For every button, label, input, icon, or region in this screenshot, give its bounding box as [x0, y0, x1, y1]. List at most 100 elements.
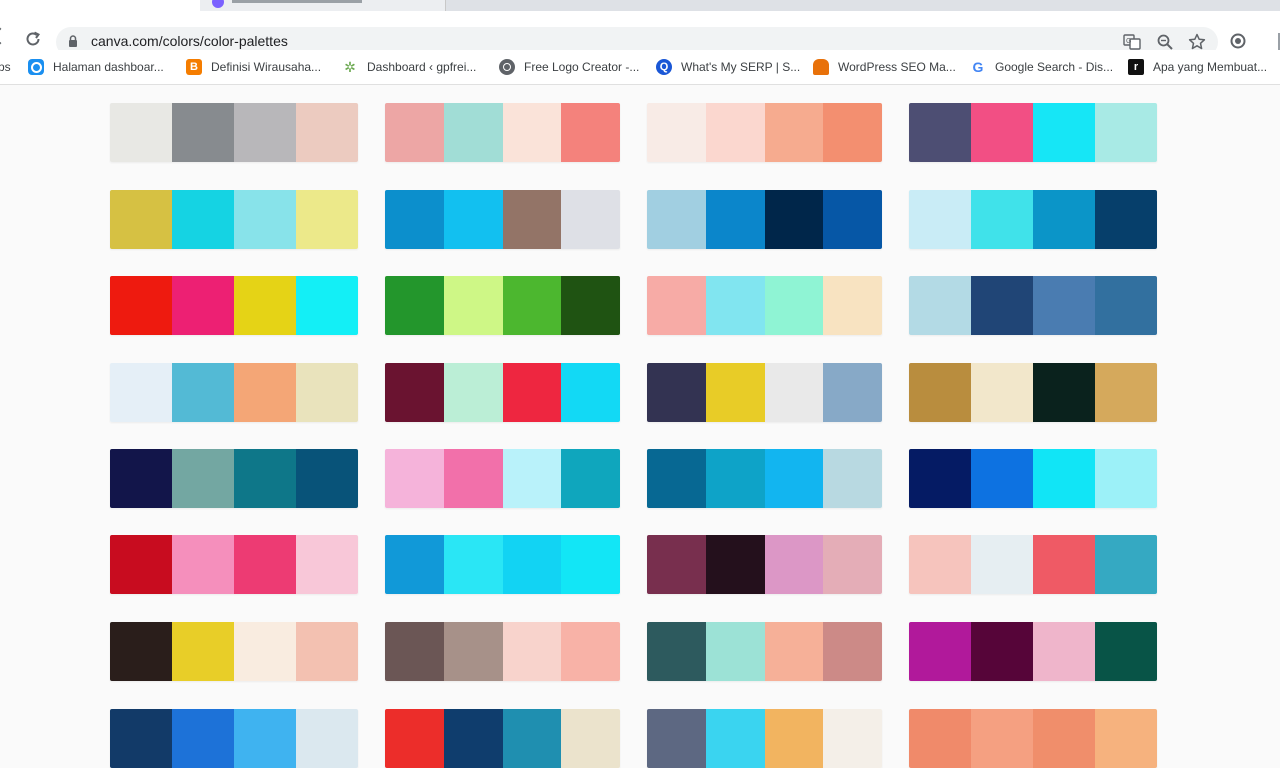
color-palette[interactable]	[647, 622, 882, 681]
menu-icon[interactable]	[1268, 33, 1280, 51]
color-swatch[interactable]	[110, 622, 172, 681]
color-swatch[interactable]	[823, 103, 882, 162]
color-swatch[interactable]	[1033, 449, 1095, 508]
color-swatch[interactable]	[561, 363, 620, 422]
color-palette[interactable]	[110, 190, 358, 249]
color-swatch[interactable]	[764, 449, 824, 508]
color-swatch[interactable]	[1095, 535, 1157, 594]
color-swatch[interactable]	[234, 363, 296, 422]
color-palette[interactable]	[385, 449, 620, 508]
color-swatch[interactable]	[172, 709, 234, 768]
bookmark-definisi-wirausaha[interactable]: B Definisi Wirausaha...	[186, 50, 321, 84]
color-swatch[interactable]	[172, 449, 234, 508]
color-swatch[interactable]	[1033, 103, 1095, 162]
color-swatch[interactable]	[823, 449, 882, 508]
color-swatch[interactable]	[561, 622, 620, 681]
bookmark-free-logo-creator[interactable]: Free Logo Creator -...	[499, 50, 639, 84]
color-swatch[interactable]	[971, 709, 1033, 768]
color-swatch[interactable]	[172, 622, 234, 681]
color-swatch[interactable]	[647, 709, 706, 768]
color-swatch[interactable]	[385, 276, 444, 335]
color-swatch[interactable]	[764, 190, 824, 249]
color-swatch[interactable]	[971, 190, 1033, 249]
color-swatch[interactable]	[1033, 709, 1095, 768]
color-swatch[interactable]	[296, 363, 358, 422]
color-swatch[interactable]	[502, 276, 562, 335]
profile-icon[interactable]	[1230, 33, 1246, 49]
color-swatch[interactable]	[234, 276, 296, 335]
color-swatch[interactable]	[705, 709, 765, 768]
color-palette[interactable]	[385, 190, 620, 249]
color-swatch[interactable]	[296, 622, 358, 681]
color-swatch[interactable]	[705, 190, 765, 249]
color-palette[interactable]	[385, 103, 620, 162]
color-swatch[interactable]	[971, 622, 1033, 681]
color-swatch[interactable]	[234, 622, 296, 681]
color-swatch[interactable]	[909, 709, 971, 768]
bookmark-dashboard-gpfrei[interactable]: ✲ Dashboard ‹ gpfrei...	[342, 50, 476, 84]
color-swatch[interactable]	[502, 363, 562, 422]
color-swatch[interactable]	[385, 363, 444, 422]
color-swatch[interactable]	[823, 622, 882, 681]
color-swatch[interactable]	[971, 535, 1033, 594]
color-swatch[interactable]	[1095, 449, 1157, 508]
color-swatch[interactable]	[647, 622, 706, 681]
color-swatch[interactable]	[705, 276, 765, 335]
color-swatch[interactable]	[1033, 276, 1095, 335]
color-palette[interactable]	[110, 709, 358, 768]
color-palette[interactable]	[647, 276, 882, 335]
color-swatch[interactable]	[1033, 363, 1095, 422]
color-swatch[interactable]	[172, 103, 234, 162]
bookmark-apps[interactable]: ps	[0, 50, 11, 84]
color-swatch[interactable]	[705, 622, 765, 681]
color-swatch[interactable]	[385, 449, 444, 508]
color-palette[interactable]	[110, 276, 358, 335]
color-palette[interactable]	[110, 535, 358, 594]
color-palette[interactable]	[385, 709, 620, 768]
color-swatch[interactable]	[296, 190, 358, 249]
color-swatch[interactable]	[764, 276, 824, 335]
color-swatch[interactable]	[909, 622, 971, 681]
color-palette[interactable]	[647, 363, 882, 422]
color-swatch[interactable]	[110, 363, 172, 422]
color-swatch[interactable]	[823, 535, 882, 594]
reload-icon[interactable]	[24, 30, 42, 48]
color-swatch[interactable]	[110, 535, 172, 594]
color-swatch[interactable]	[647, 363, 706, 422]
zoom-icon[interactable]	[1156, 33, 1174, 51]
color-swatch[interactable]	[764, 363, 824, 422]
color-swatch[interactable]	[234, 709, 296, 768]
color-swatch[interactable]	[823, 190, 882, 249]
color-palette[interactable]	[110, 103, 358, 162]
translate-icon[interactable]: G	[1123, 33, 1141, 51]
color-swatch[interactable]	[172, 363, 234, 422]
color-swatch[interactable]	[1095, 622, 1157, 681]
color-swatch[interactable]	[443, 276, 503, 335]
color-palette[interactable]	[647, 449, 882, 508]
color-swatch[interactable]	[443, 622, 503, 681]
color-swatch[interactable]	[385, 190, 444, 249]
color-swatch[interactable]	[296, 709, 358, 768]
color-swatch[interactable]	[647, 535, 706, 594]
back-arrow-icon[interactable]	[0, 27, 9, 45]
color-swatch[interactable]	[823, 709, 882, 768]
color-swatch[interactable]	[502, 535, 562, 594]
color-swatch[interactable]	[909, 190, 971, 249]
color-swatch[interactable]	[502, 190, 562, 249]
browser-tab[interactable]	[200, 0, 446, 11]
color-swatch[interactable]	[705, 449, 765, 508]
color-palette[interactable]	[647, 535, 882, 594]
color-swatch[interactable]	[110, 103, 172, 162]
color-swatch[interactable]	[296, 276, 358, 335]
color-swatch[interactable]	[909, 449, 971, 508]
color-swatch[interactable]	[1095, 276, 1157, 335]
color-palette[interactable]	[385, 622, 620, 681]
color-palette[interactable]	[909, 535, 1157, 594]
color-swatch[interactable]	[764, 709, 824, 768]
color-swatch[interactable]	[823, 276, 882, 335]
color-swatch[interactable]	[971, 449, 1033, 508]
color-swatch[interactable]	[296, 449, 358, 508]
color-palette[interactable]	[909, 190, 1157, 249]
color-palette[interactable]	[909, 449, 1157, 508]
bookmark-whats-my-serp[interactable]: Q What's My SERP | S...	[656, 50, 800, 84]
